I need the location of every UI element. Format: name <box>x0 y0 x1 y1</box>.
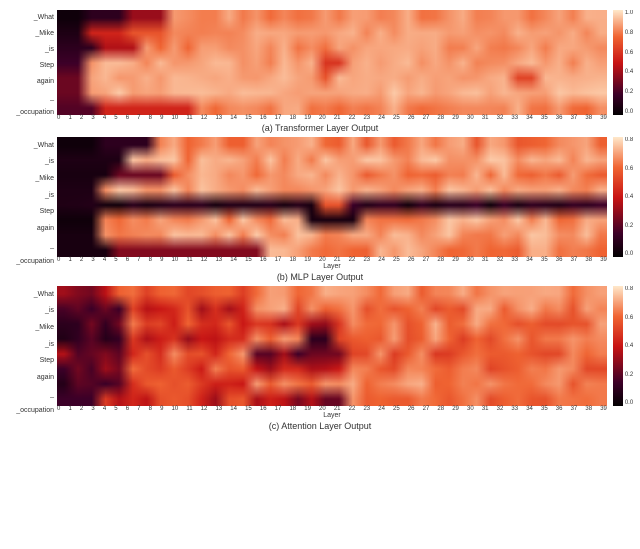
y-label: _ <box>50 242 54 249</box>
y-label: _Mike <box>35 30 54 37</box>
heatmap-mlp: 0 1 2 3 4 5 6 7 8 9 10 11 12 13 <box>57 137 607 270</box>
x-axis-label-attention: Layer <box>57 412 607 419</box>
caption-attention: (c) Attention Layer Output <box>269 421 372 431</box>
y-label: again <box>37 225 54 232</box>
y-label: _ <box>50 94 54 101</box>
panel-attention: _What _is _Mike _is Step again _ _occupa… <box>5 286 635 431</box>
x-axis-label-mlp: Layer <box>57 263 607 270</box>
figure-container: _What _Mike _is Step again _ _occupation… <box>5 10 635 431</box>
y-labels-transformer: _What _Mike _is Step again _ _occupation <box>5 10 57 121</box>
caption-mlp: (b) MLP Layer Output <box>277 272 363 282</box>
y-label: Step <box>40 62 54 69</box>
colorbar-attention: 0.8 0.6 0.4 0.2 0.0 <box>611 286 635 419</box>
panel-mlp: _What _is _Mike _is Step again _ _occupa… <box>5 137 635 282</box>
y-label: _Mike <box>35 324 54 331</box>
y-label: _ <box>50 391 54 398</box>
y-label: _is <box>45 341 54 348</box>
y-label: _occupation <box>16 258 54 265</box>
y-label: _occupation <box>16 407 54 414</box>
colorbar-mlp: 0.8 0.6 0.4 0.2 0.0 <box>611 137 635 270</box>
y-labels-attention: _What _is _Mike _is Step again _ _occupa… <box>5 286 57 419</box>
y-label: Step <box>40 357 54 364</box>
y-label: _is <box>45 307 54 314</box>
panel-transformer: _What _Mike _is Step again _ _occupation… <box>5 10 635 133</box>
heatmap-attention: 0 1 2 3 4 5 6 7 8 9 10 11 12 13 <box>57 286 607 419</box>
y-label: again <box>37 78 54 85</box>
y-label: _What <box>34 291 54 298</box>
caption-transformer: (a) Transformer Layer Output <box>262 123 379 133</box>
y-label: _is <box>45 46 54 53</box>
x-axis-transformer: 0 1 2 3 4 5 6 7 8 9 10 11 12 13 <box>57 115 607 121</box>
y-label: _is <box>45 192 54 199</box>
y-label: _occupation <box>16 109 54 116</box>
colorbar-transformer: 1.0 0.8 0.6 0.4 0.2 0.0 <box>611 10 635 121</box>
y-label: again <box>37 374 54 381</box>
y-label: _What <box>34 14 54 21</box>
y-label: _Mike <box>35 175 54 182</box>
heatmap-transformer: 0 1 2 3 4 5 6 7 8 9 10 11 12 13 <box>57 10 607 121</box>
y-labels-mlp: _What _is _Mike _is Step again _ _occupa… <box>5 137 57 270</box>
y-label: _is <box>45 158 54 165</box>
y-label: Step <box>40 208 54 215</box>
y-label: _What <box>34 142 54 149</box>
